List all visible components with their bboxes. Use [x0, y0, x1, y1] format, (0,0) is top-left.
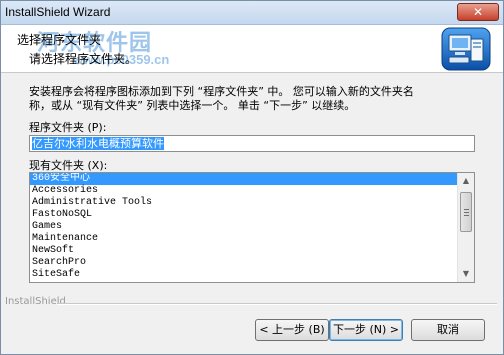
wizard-header: 河东软件园 www.pc0359.cn 选择程序文件夹 请选择程序文件夹。	[1, 25, 503, 73]
scroll-thumb[interactable]	[460, 192, 472, 232]
close-icon: ✕	[472, 5, 484, 19]
program-folder-value: 亿吉尔水利水电概预算软件	[32, 137, 164, 150]
folder-list-item[interactable]: SearchPro	[30, 257, 458, 269]
window-title: InstallShield Wizard	[5, 5, 111, 19]
title-bar[interactable]: InstallShield Wizard ✕	[1, 1, 503, 25]
folder-list-item[interactable]: Games	[30, 221, 458, 233]
existing-folders-label: 现有文件夹 (X):	[29, 159, 108, 172]
grip-line	[464, 209, 469, 210]
instructions-line-1: 安装程序会将程序图标添加到下列 “程序文件夹” 中。 您可以输入新的文件夹名	[29, 85, 414, 98]
next-button[interactable]: 下一步 (N) >	[329, 319, 403, 341]
folder-list-item[interactable]: 360安全中心	[30, 173, 458, 185]
folder-list-item[interactable]: NewSoft	[30, 245, 458, 257]
existing-folders-list[interactable]: 360安全中心 Accessories Administrative Tools Fa…	[29, 172, 475, 283]
cancel-button-label: 取消	[437, 323, 459, 336]
program-folder-label: 程序文件夹 (P):	[29, 121, 107, 134]
scroll-down-icon[interactable]: ▼	[458, 266, 474, 282]
next-button-label: 下一步 (N) >	[332, 323, 400, 336]
close-button[interactable]: ✕	[457, 3, 499, 21]
folder-list-item[interactable]: FastoNoSQL	[30, 209, 458, 221]
back-button[interactable]: < 上一步 (B)	[255, 319, 329, 341]
installshield-window: InstallShield Wizard ✕ 河东软件园 www.pc0359.…	[0, 0, 504, 355]
list-scrollbar[interactable]: ▲ ▼	[457, 173, 474, 282]
footer-divider-highlight	[57, 304, 497, 305]
grip-line	[464, 215, 469, 216]
grip-line	[464, 212, 469, 213]
scroll-up-icon[interactable]: ▲	[458, 173, 474, 189]
folder-list-item[interactable]: SiteSafe	[30, 269, 458, 281]
page-title: 选择程序文件夹	[17, 33, 102, 47]
instructions: 安装程序会将程序图标添加到下列 “程序文件夹” 中。 您可以输入新的文件夹名 称…	[29, 85, 489, 113]
cancel-button[interactable]: 取消	[411, 319, 485, 341]
instructions-line-2: 称，或从 “现有文件夹” 列表中选择一个。 单击 “下一步” 以继续。	[29, 99, 356, 112]
installshield-brand: InstallShield	[5, 296, 66, 307]
folder-list-item[interactable]: Accessories	[30, 185, 458, 197]
page-subtitle: 请选择程序文件夹。	[29, 52, 138, 66]
installer-computer-icon	[441, 27, 491, 71]
folder-list-item[interactable]: Maintenance	[30, 233, 458, 245]
folder-list-item[interactable]: Administrative Tools	[30, 197, 458, 209]
program-folder-input[interactable]: 亿吉尔水利水电概预算软件	[29, 135, 475, 152]
back-button-label: < 上一步 (B)	[259, 323, 325, 336]
